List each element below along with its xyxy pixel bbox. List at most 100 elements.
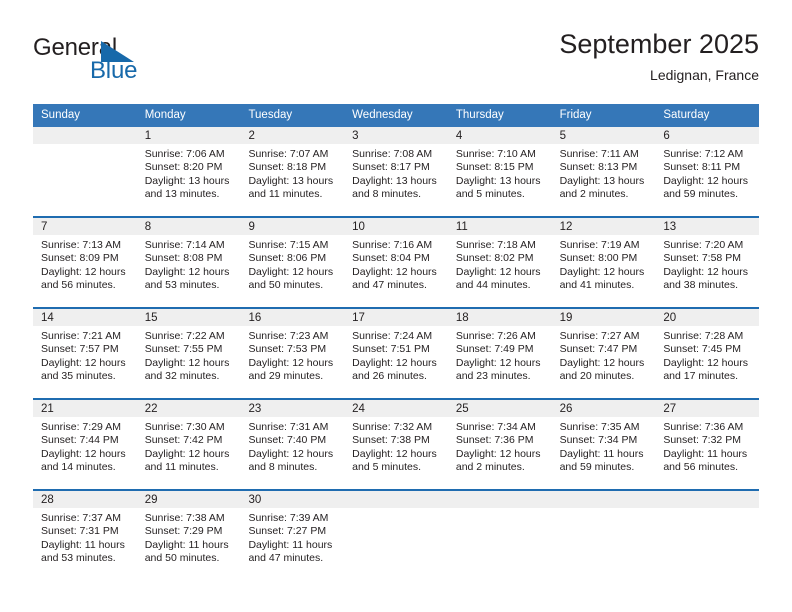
- day-number: [551, 491, 656, 508]
- daylight-text-line1: Daylight: 12 hours: [352, 447, 437, 460]
- sunset-text: Sunset: 8:04 PM: [352, 252, 430, 265]
- daylight-text-line2: and 59 minutes.: [559, 461, 635, 474]
- day-cell[interactable]: 19 Sunrise: 7:27 AM Sunset: 7:47 PM Dayligh…: [551, 309, 656, 398]
- day-details: Sunrise: 7:37 AM Sunset: 7:31 PM Daylight:…: [33, 508, 137, 566]
- sunset-text: Sunset: 8:09 PM: [41, 252, 119, 265]
- day-details: Sunrise: 7:28 AM Sunset: 7:45 PM Daylight:…: [655, 326, 759, 384]
- day-details: Sunrise: 7:12 AM Sunset: 8:11 PM Daylight:…: [655, 144, 759, 202]
- day-cell[interactable]: 4 Sunrise: 7:10 AM Sunset: 8:15 PM Daylight…: [447, 127, 552, 216]
- sunrise-text: Sunrise: 7:27 AM: [559, 330, 640, 342]
- daylight-text-line1: Daylight: 12 hours: [663, 265, 748, 278]
- day-details: Sunrise: 7:19 AM Sunset: 8:00 PM Daylight:…: [552, 235, 656, 293]
- daylight-text-line1: Daylight: 11 hours: [663, 447, 748, 460]
- sunrise-text: Sunrise: 7:18 AM: [455, 239, 536, 251]
- daylight-text-line1: Daylight: 12 hours: [559, 265, 645, 278]
- day-cell[interactable]: 15 Sunrise: 7:22 AM Sunset: 7:55 PM Dayligh…: [136, 309, 241, 398]
- day-number: 14: [33, 309, 137, 326]
- daylight-text-line1: Daylight: 12 hours: [248, 265, 334, 278]
- weekday-header-wednesday: Wednesday: [352, 109, 413, 121]
- sunrise-text: Sunrise: 7:23 AM: [248, 330, 329, 342]
- day-details: Sunrise: 7:07 AM Sunset: 8:18 PM Daylight:…: [240, 144, 344, 202]
- sunrise-text: Sunrise: 7:20 AM: [663, 239, 744, 251]
- brand-logo[interactable]: General Blue: [33, 34, 283, 90]
- day-details: Sunrise: 7:18 AM Sunset: 8:02 PM Daylight:…: [448, 235, 552, 293]
- day-details: Sunrise: 7:26 AM Sunset: 7:49 PM Daylight:…: [448, 326, 552, 384]
- sunset-text: Sunset: 8:02 PM: [455, 252, 534, 265]
- sunrise-text: Sunrise: 7:26 AM: [455, 330, 536, 342]
- day-cell[interactable]: 12 Sunrise: 7:19 AM Sunset: 8:00 PM Dayligh…: [551, 218, 656, 307]
- sunset-text: Sunset: 7:40 PM: [248, 434, 327, 447]
- daylight-text-line1: Daylight: 12 hours: [455, 447, 541, 460]
- day-cell[interactable]: 11 Sunrise: 7:18 AM Sunset: 8:02 PM Dayligh…: [447, 218, 552, 307]
- daylight-text-line2: and 56 minutes.: [663, 461, 739, 474]
- day-details: Sunrise: 7:10 AM Sunset: 8:15 PM Daylight:…: [448, 144, 552, 202]
- day-details: Sunrise: 7:31 AM Sunset: 7:40 PM Daylight:…: [240, 417, 344, 475]
- daylight-text-line1: Daylight: 12 hours: [455, 356, 541, 369]
- daylight-text-line2: and 59 minutes.: [663, 188, 739, 201]
- day-number: 7: [33, 218, 137, 235]
- day-cell[interactable]: 22 Sunrise: 7:30 AM Sunset: 7:42 PM Dayligh…: [136, 400, 241, 489]
- day-cell[interactable]: 24 Sunrise: 7:32 AM Sunset: 7:38 PM Dayligh…: [344, 400, 448, 489]
- day-cell[interactable]: 13 Sunrise: 7:20 AM Sunset: 7:58 PM Dayligh…: [655, 218, 760, 307]
- sunset-text: Sunset: 8:08 PM: [144, 252, 223, 265]
- day-number: 28: [33, 491, 137, 508]
- sunrise-text: Sunrise: 7:12 AM: [663, 148, 744, 160]
- daylight-text-line1: Daylight: 13 hours: [559, 174, 645, 187]
- day-cell[interactable]: 23 Sunrise: 7:31 AM Sunset: 7:40 PM Dayligh…: [240, 400, 345, 489]
- sunset-text: Sunset: 7:38 PM: [352, 434, 430, 447]
- sunrise-text: Sunrise: 7:13 AM: [41, 239, 121, 251]
- day-cell[interactable]: 5 Sunrise: 7:11 AM Sunset: 8:13 PM Daylight…: [551, 127, 656, 216]
- day-cell[interactable]: 21 Sunrise: 7:29 AM Sunset: 7:44 PM Dayligh…: [33, 400, 137, 489]
- day-number: 4: [447, 127, 552, 144]
- sunrise-text: Sunrise: 7:19 AM: [559, 239, 640, 251]
- sunset-text: Sunset: 7:58 PM: [663, 252, 741, 265]
- day-cell[interactable]: 28 Sunrise: 7:37 AM Sunset: 7:31 PM Dayligh…: [33, 491, 137, 580]
- day-cell[interactable]: 29 Sunrise: 7:38 AM Sunset: 7:29 PM Dayligh…: [136, 491, 241, 580]
- day-number: 15: [136, 309, 241, 326]
- brand-name-blue: Blue: [90, 57, 138, 84]
- day-number: 17: [344, 309, 448, 326]
- day-number: 13: [655, 218, 760, 235]
- weekday-header-friday: Friday: [559, 109, 592, 121]
- day-cell[interactable]: 25 Sunrise: 7:34 AM Sunset: 7:36 PM Dayligh…: [447, 400, 552, 489]
- day-details: Sunrise: 7:27 AM Sunset: 7:47 PM Daylight:…: [552, 326, 656, 384]
- daylight-text-line1: Daylight: 12 hours: [248, 447, 334, 460]
- day-number: [447, 491, 552, 508]
- day-cell[interactable]: 27 Sunrise: 7:36 AM Sunset: 7:32 PM Dayligh…: [655, 400, 760, 489]
- day-cell[interactable]: 20 Sunrise: 7:28 AM Sunset: 7:45 PM Dayligh…: [655, 309, 760, 398]
- sunset-text: Sunset: 7:53 PM: [248, 343, 327, 356]
- day-cell[interactable]: 10 Sunrise: 7:16 AM Sunset: 8:04 PM Dayligh…: [344, 218, 448, 307]
- day-cell[interactable]: 18 Sunrise: 7:26 AM Sunset: 7:49 PM Dayligh…: [447, 309, 552, 398]
- daylight-text-line2: and 47 minutes.: [248, 552, 324, 565]
- day-cell[interactable]: 2 Sunrise: 7:07 AM Sunset: 8:18 PM Daylight…: [240, 127, 345, 216]
- day-cell[interactable]: 16 Sunrise: 7:23 AM Sunset: 7:53 PM Dayligh…: [240, 309, 345, 398]
- day-cell[interactable]: 9 Sunrise: 7:15 AM Sunset: 8:06 PM Daylight…: [240, 218, 345, 307]
- daylight-text-line2: and 17 minutes.: [663, 370, 739, 383]
- daylight-text-line1: Daylight: 11 hours: [41, 538, 125, 551]
- day-number: 6: [655, 127, 760, 144]
- day-number: 22: [136, 400, 241, 417]
- day-details: Sunrise: 7:11 AM Sunset: 8:13 PM Daylight:…: [552, 144, 656, 202]
- day-details: Sunrise: 7:15 AM Sunset: 8:06 PM Daylight:…: [240, 235, 344, 293]
- day-cell[interactable]: 17 Sunrise: 7:24 AM Sunset: 7:51 PM Dayligh…: [344, 309, 448, 398]
- day-details: Sunrise: 7:16 AM Sunset: 8:04 PM Daylight:…: [344, 235, 448, 293]
- day-cell[interactable]: 26 Sunrise: 7:35 AM Sunset: 7:34 PM Dayligh…: [551, 400, 656, 489]
- daylight-text-line1: Daylight: 12 hours: [41, 447, 126, 460]
- day-cell[interactable]: 1 Sunrise: 7:06 AM Sunset: 8:20 PM Daylight…: [136, 127, 241, 216]
- daylight-text-line1: Daylight: 11 hours: [559, 447, 644, 460]
- sunset-text: Sunset: 7:57 PM: [41, 343, 119, 356]
- daylight-text-line2: and 44 minutes.: [455, 279, 531, 292]
- weekday-header-saturday: Saturday: [663, 109, 710, 121]
- day-cell-empty: [447, 491, 552, 580]
- daylight-text-line2: and 13 minutes.: [144, 188, 220, 201]
- day-cell[interactable]: 8 Sunrise: 7:14 AM Sunset: 8:08 PM Daylight…: [136, 218, 241, 307]
- day-cell[interactable]: 7 Sunrise: 7:13 AM Sunset: 8:09 PM Daylight…: [33, 218, 137, 307]
- day-cell[interactable]: 30 Sunrise: 7:39 AM Sunset: 7:27 PM Dayligh…: [240, 491, 345, 580]
- calendar-week-row: 21 Sunrise: 7:29 AM Sunset: 7:44 PM Dayligh…: [33, 398, 760, 489]
- day-cell[interactable]: 3 Sunrise: 7:08 AM Sunset: 8:17 PM Daylight…: [344, 127, 448, 216]
- sunrise-text: Sunrise: 7:30 AM: [144, 421, 225, 433]
- daylight-text-line1: Daylight: 12 hours: [352, 356, 437, 369]
- day-cell[interactable]: 6 Sunrise: 7:12 AM Sunset: 8:11 PM Daylight…: [655, 127, 760, 216]
- day-cell[interactable]: 14 Sunrise: 7:21 AM Sunset: 7:57 PM Dayligh…: [33, 309, 137, 398]
- sunrise-text: Sunrise: 7:06 AM: [144, 148, 225, 160]
